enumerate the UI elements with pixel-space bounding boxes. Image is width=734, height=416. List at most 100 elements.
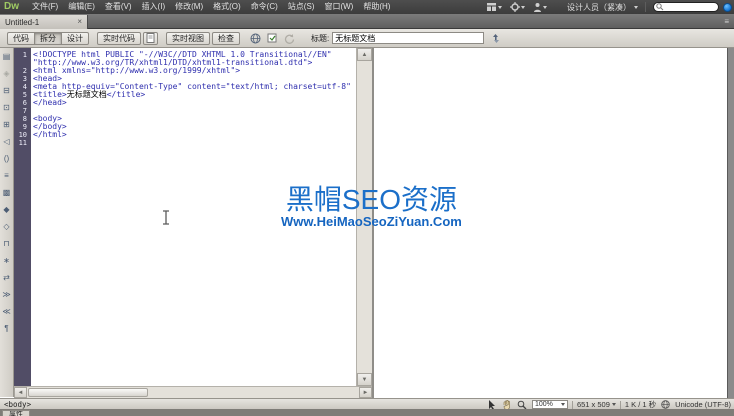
design-view-pane[interactable] — [374, 48, 727, 398]
line-number: 7 — [14, 107, 29, 115]
zoom-tool-button[interactable] — [517, 400, 528, 410]
highlight-invalid-code-icon[interactable]: ▩ — [1, 187, 13, 199]
ibeam-cursor-icon — [162, 210, 170, 225]
scroll-down-arrow-icon[interactable]: ▼ — [357, 373, 372, 386]
dreamweaver-logo: Dw — [4, 0, 19, 14]
code-view-button[interactable]: 代码 — [7, 32, 35, 45]
tab-untitled-1[interactable]: Untitled-1 × — [0, 15, 88, 29]
layout-switcher-button[interactable] — [485, 1, 504, 13]
magnifier-icon — [517, 400, 527, 410]
refresh-button[interactable] — [282, 32, 297, 45]
refresh-icon — [284, 33, 295, 44]
scroll-up-arrow-icon[interactable]: ▲ — [357, 48, 372, 61]
help-search-box[interactable] — [653, 2, 719, 12]
collapsed-panel-dock[interactable] — [727, 48, 734, 398]
line-number: 1 — [14, 51, 29, 59]
menu-item-edit[interactable]: 编辑(E) — [63, 0, 100, 14]
show-code-navigator-icon[interactable]: ◈ — [1, 68, 13, 80]
move-css-icon[interactable]: ⇄ — [1, 272, 13, 284]
menu-item-modify[interactable]: 修改(M) — [170, 0, 208, 14]
scroll-left-arrow-icon[interactable]: ◄ — [14, 387, 27, 398]
menu-item-insert[interactable]: 插入(I) — [137, 0, 171, 14]
menu-item-commands[interactable]: 命令(C) — [246, 0, 283, 14]
hand-icon — [502, 400, 512, 410]
line-number: 8 — [14, 115, 29, 123]
live-view-button[interactable]: 实时视图 — [166, 32, 210, 45]
hand-tool-button[interactable] — [502, 400, 513, 410]
preview-in-browser-button[interactable] — [248, 32, 263, 45]
menu-item-site[interactable]: 站点(S) — [283, 0, 320, 14]
apply-comment-icon[interactable]: ◆ — [1, 204, 13, 216]
menu-item-view[interactable]: 查看(V) — [100, 0, 137, 14]
select-tool-button[interactable] — [487, 400, 498, 410]
collapse-full-tag-icon[interactable]: ⊟ — [1, 85, 13, 97]
file-management-button[interactable] — [488, 32, 503, 45]
status-bar: <body> 100% — [0, 398, 734, 409]
site-menu-button[interactable] — [531, 1, 549, 13]
select-parent-tag-icon[interactable]: ◁ — [1, 136, 13, 148]
collapse-selection-icon[interactable]: ⊡ — [1, 102, 13, 114]
scroll-right-arrow-icon[interactable]: ► — [359, 387, 372, 398]
split-view-button[interactable]: 拆分 — [34, 32, 62, 45]
menu-item-help[interactable]: 帮助(H) — [358, 0, 395, 14]
line-number: 6 — [14, 99, 29, 107]
code-line[interactable]: 10</html> — [14, 131, 356, 139]
tag-selector-body[interactable]: <body> — [4, 400, 31, 409]
app-bar-right: 设计人员（紧凑） — [485, 0, 732, 14]
window-size-select[interactable]: 651 x 509 — [577, 400, 616, 409]
panel-collapse-icon[interactable]: ≡ — [724, 16, 729, 27]
search-input[interactable] — [666, 3, 716, 11]
line-number — [14, 59, 29, 67]
format-source-code-icon[interactable]: ¶ — [1, 323, 13, 335]
chevron-down-icon — [561, 403, 565, 406]
line-number: 9 — [14, 123, 29, 131]
document-title-input[interactable] — [332, 32, 484, 44]
extend-dreamweaver-button[interactable] — [508, 1, 527, 13]
file-management-icon — [490, 33, 502, 44]
inspect-button[interactable]: 检查 — [212, 32, 240, 45]
pointer-icon — [488, 400, 496, 410]
open-documents-icon[interactable]: ▤ — [1, 51, 13, 63]
tab-title: Untitled-1 — [5, 18, 71, 27]
balance-braces-icon[interactable]: () — [1, 153, 13, 165]
line-numbers-icon[interactable]: ≡ — [1, 170, 13, 182]
code-vertical-scrollbar[interactable]: ▲ ▼ — [356, 48, 372, 386]
live-code-button[interactable]: 实时代码 — [97, 32, 141, 45]
code-line[interactable]: 7 — [14, 107, 356, 115]
wrap-tag-icon[interactable]: ⊓ — [1, 238, 13, 250]
scrollbar-thumb[interactable] — [28, 388, 148, 397]
line-number: 2 — [14, 67, 29, 75]
line-number: 5 — [14, 91, 29, 99]
validate-markup-button[interactable] — [265, 32, 280, 45]
zoom-level-select[interactable]: 100% — [532, 400, 568, 409]
workspace-switcher[interactable]: 设计人员（紧凑） — [567, 2, 638, 13]
code-line[interactable]: 6</head> — [14, 99, 356, 107]
indent-code-icon[interactable]: ≫ — [1, 289, 13, 301]
code-text — [29, 139, 33, 147]
cs-live-icon[interactable] — [723, 3, 732, 12]
workspace-label: 设计人员（紧凑） — [567, 2, 631, 13]
window-size-value: 651 x 509 — [577, 400, 610, 409]
app-bar: Dw 文件(F)编辑(E)查看(V)插入(I)修改(M)格式(O)命令(C)站点… — [0, 0, 734, 14]
code-editor[interactable]: 1<!DOCTYPE html PUBLIC "-//W3C//DTD XHTM… — [14, 51, 356, 147]
live-code-options-button[interactable] — [143, 32, 158, 45]
properties-panel-tab[interactable]: 属性 — [2, 410, 30, 416]
code-line[interactable]: 11 — [14, 139, 356, 147]
outdent-code-icon[interactable]: ≪ — [1, 306, 13, 318]
code-line[interactable]: 2<html xmlns="http://www.w3.org/1999/xht… — [14, 67, 356, 75]
code-text: </head> — [29, 99, 67, 107]
menu-bar: 文件(F)编辑(E)查看(V)插入(I)修改(M)格式(O)命令(C)站点(S)… — [27, 0, 395, 14]
menu-item-window[interactable]: 窗口(W) — [319, 0, 358, 14]
remove-comment-icon[interactable]: ◇ — [1, 221, 13, 233]
expand-all-icon[interactable]: ⊞ — [1, 119, 13, 131]
tab-close-button[interactable]: × — [77, 18, 82, 26]
code-horizontal-scrollbar[interactable]: ◄ ► — [14, 386, 372, 398]
design-view-button[interactable]: 设计 — [61, 32, 89, 45]
globe-icon — [250, 33, 261, 44]
separator — [572, 401, 573, 409]
recent-snippets-icon[interactable]: ∗ — [1, 255, 13, 267]
menu-item-file[interactable]: 文件(F) — [27, 0, 63, 14]
menu-item-format[interactable]: 格式(O) — [208, 0, 246, 14]
code-view-pane[interactable]: 1<!DOCTYPE html PUBLIC "-//W3C//DTD XHTM… — [14, 48, 356, 386]
encoding-indicator: Unicode (UTF-8) — [675, 400, 731, 409]
